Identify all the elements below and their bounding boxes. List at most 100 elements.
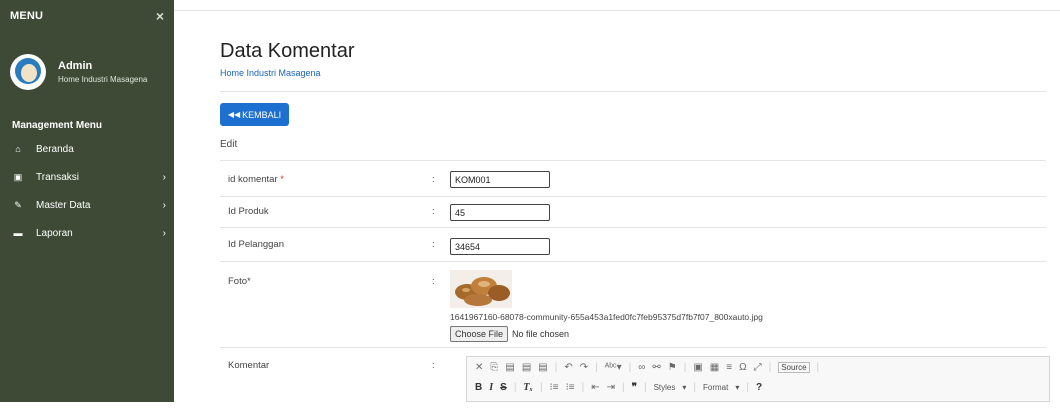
- sidebar-item-master-data[interactable]: ✎ Master Data ›: [0, 191, 174, 219]
- page-title: Data Komentar: [220, 40, 355, 62]
- chevron-down-icon[interactable]: ▾: [682, 383, 686, 392]
- toolbar-separator: |: [816, 361, 820, 373]
- back-button[interactable]: ◀◀ KEMBALI: [220, 103, 289, 126]
- field-colon: :: [432, 360, 435, 371]
- paste-icon[interactable]: ▤: [505, 362, 514, 373]
- copy-icon[interactable]: ⎘: [490, 362, 498, 373]
- toolbar-separator: |: [595, 361, 598, 373]
- divider: [220, 91, 1046, 92]
- blockquote-icon[interactable]: ❞: [632, 382, 637, 393]
- outdent-icon[interactable]: ⇤: [591, 382, 599, 393]
- numbered-list-icon[interactable]: ⁝≡: [550, 382, 559, 393]
- toolbar-separator: |: [693, 381, 696, 393]
- toolbar-separator: |: [513, 381, 517, 393]
- user-subtitle: Home Industri Masagena: [58, 75, 148, 84]
- chevron-right-icon: ›: [162, 199, 166, 211]
- field-colon: :: [432, 239, 435, 250]
- source-button[interactable]: Source: [778, 361, 810, 373]
- indent-icon[interactable]: ⇥: [607, 382, 615, 393]
- chevron-down-icon[interactable]: ▾: [735, 383, 739, 392]
- strike-icon[interactable]: S: [500, 382, 507, 393]
- id-komentar-input[interactable]: [450, 171, 550, 188]
- remove-format-icon[interactable]: Tₓ: [523, 382, 533, 393]
- help-icon[interactable]: ?: [756, 382, 762, 393]
- sidebar: MENU × Admin Home Industri Masagena Mana…: [0, 0, 174, 402]
- special-char-icon[interactable]: Ω: [739, 362, 746, 373]
- edit-icon: ✎: [14, 199, 22, 210]
- sidebar-item-label: Transaksi: [36, 171, 79, 183]
- bulleted-list-icon[interactable]: ⁝≡: [566, 382, 575, 393]
- file-input: Choose File No file chosen: [450, 326, 569, 342]
- cart-icon: ▣: [13, 171, 23, 182]
- field-colon: :: [432, 276, 435, 287]
- toolbar-separator: |: [628, 361, 632, 373]
- sidebar-item-beranda[interactable]: ⌂ Beranda: [0, 135, 174, 163]
- sidebar-item-transaksi[interactable]: ▣ Transaksi ›: [0, 163, 174, 191]
- menu-title: MENU: [10, 10, 44, 22]
- breadcrumb[interactable]: Home Industri Masagena: [220, 68, 321, 78]
- form-section-label: Edit: [220, 139, 238, 150]
- paste-word-icon[interactable]: ▤: [538, 362, 547, 373]
- styles-dropdown[interactable]: Styles: [654, 383, 676, 392]
- anchor-icon[interactable]: ⚑: [668, 362, 677, 373]
- field-colon: :: [432, 206, 435, 217]
- paste-text-icon[interactable]: ▤: [522, 362, 531, 373]
- choose-file-button[interactable]: Choose File: [450, 326, 509, 342]
- field-colon: :: [432, 174, 435, 185]
- cut-icon[interactable]: ✕: [475, 362, 483, 373]
- user-panel: Admin Home Industri Masagena: [0, 32, 174, 112]
- bold-icon[interactable]: B: [475, 382, 482, 393]
- horizontal-line-icon[interactable]: ≡: [726, 362, 732, 373]
- sidebar-item-label: Beranda: [36, 143, 74, 155]
- field-label: Komentar: [228, 360, 270, 371]
- field-label: Foto*: [228, 276, 251, 287]
- user-info: Admin Home Industri Masagena: [58, 60, 147, 84]
- table-icon[interactable]: ▦: [710, 362, 719, 373]
- sidebar-item-laporan[interactable]: ▬ Laporan ›: [0, 219, 174, 247]
- toolbar-separator: |: [746, 381, 749, 393]
- sidebar-item-label: Laporan: [36, 227, 73, 239]
- folder-icon: ▬: [13, 228, 23, 238]
- sidebar-section-title: Management Menu: [12, 120, 103, 131]
- sidebar-header: MENU ×: [0, 0, 174, 32]
- toolbar-separator: |: [643, 381, 647, 393]
- avatar: [10, 54, 46, 90]
- form-row-id-produk: Id Produk :: [220, 197, 1046, 228]
- toolbar-separator: |: [621, 381, 625, 393]
- redo-icon[interactable]: ↷: [580, 362, 588, 373]
- id-produk-input[interactable]: [450, 204, 550, 221]
- file-status: No file chosen: [512, 329, 570, 339]
- field-label: id komentar *: [228, 174, 284, 185]
- photo-filename: 1641967160-68078-community-655a453a1fed0…: [450, 312, 763, 322]
- link-icon[interactable]: ∞: [638, 362, 645, 373]
- undo-icon[interactable]: ↶: [564, 362, 572, 373]
- toolbar-separator: |: [539, 381, 543, 393]
- italic-icon[interactable]: I: [489, 382, 493, 393]
- form-row-id-pelanggan: Id Pelanggan :: [220, 228, 1046, 262]
- chevron-right-icon: ›: [162, 227, 166, 239]
- toolbar-separator: |: [768, 361, 772, 373]
- form-row-foto: Foto* : 1641967160-68078-community-655a4…: [220, 262, 1046, 348]
- image-icon[interactable]: ▣: [693, 362, 702, 373]
- format-dropdown[interactable]: Format: [703, 383, 728, 392]
- field-label: Id Pelanggan: [228, 239, 284, 250]
- editor-toolbar-row-2: B I S | Tₓ | ⁝≡ ⁝≡ | ⇤ ⇥ | ❞ | Styles ▾ …: [467, 377, 1049, 397]
- form-row-komentar: Komentar : ✕ ⎘ ▤ ▤ ▤ | ↶ ↷ | ᴬᵇᶜ▾ | ∞ ⚯ …: [220, 348, 1050, 408]
- editor-toolbar-row-1: ✕ ⎘ ▤ ▤ ▤ | ↶ ↷ | ᴬᵇᶜ▾ | ∞ ⚯ ⚑ | ▣ ▦ ≡ Ω…: [467, 357, 1049, 377]
- form-row-id-komentar: id komentar * :: [220, 161, 1046, 197]
- main-content: Data Komentar Home Industri Masagena ◀◀ …: [204, 0, 1060, 402]
- maximize-icon[interactable]: ⤢: [754, 362, 762, 373]
- required-mark: *: [280, 174, 284, 185]
- home-icon: ⌂: [15, 144, 21, 154]
- photo-thumbnail: [450, 270, 512, 308]
- unlink-icon[interactable]: ⚯: [652, 362, 660, 373]
- id-pelanggan-input[interactable]: [450, 238, 550, 255]
- rich-text-editor: ✕ ⎘ ▤ ▤ ▤ | ↶ ↷ | ᴬᵇᶜ▾ | ∞ ⚯ ⚑ | ▣ ▦ ≡ Ω…: [466, 356, 1050, 402]
- toolbar-separator: |: [683, 361, 687, 373]
- spellcheck-icon[interactable]: ᴬᵇᶜ▾: [605, 362, 622, 373]
- sidebar-item-label: Master Data: [36, 199, 91, 211]
- back-button-label: KEMBALI: [242, 109, 282, 120]
- close-icon[interactable]: ×: [156, 8, 164, 24]
- toolbar-separator: |: [581, 381, 585, 393]
- toolbar-separator: |: [554, 361, 558, 373]
